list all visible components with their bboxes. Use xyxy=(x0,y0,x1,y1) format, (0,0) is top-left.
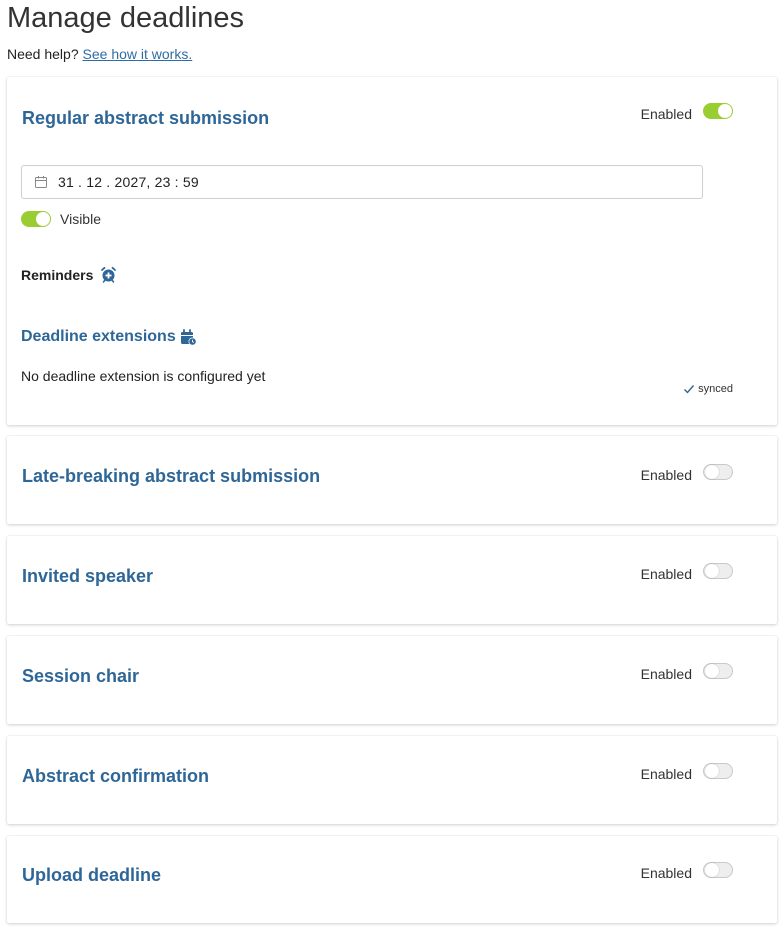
enabled-label: Enabled xyxy=(640,666,692,682)
enabled-toggle[interactable] xyxy=(703,663,733,679)
deadline-date-input[interactable]: 31 . 12 . 2027, 23 : 59 xyxy=(21,165,703,199)
enabled-control: Enabled xyxy=(640,464,733,484)
no-extension-message: No deadline extension is configured yet xyxy=(21,368,266,384)
toggle-knob xyxy=(705,564,719,578)
enabled-control: Enabled xyxy=(640,663,733,683)
deadline-card-regular-abstract: Regular abstract submission Enabled 31 .… xyxy=(7,77,777,425)
deadline-title[interactable]: Invited speaker xyxy=(22,565,153,587)
enabled-control: Enabled xyxy=(640,763,733,783)
visible-control: Visible xyxy=(21,211,101,227)
check-icon xyxy=(683,383,695,395)
deadline-card-upload-deadline: Upload deadline Enabled xyxy=(7,836,777,923)
toggle-knob xyxy=(705,664,719,678)
deadline-card-session-chair: Session chair Enabled xyxy=(7,636,777,724)
deadline-card-late-breaking: Late-breaking abstract submission Enable… xyxy=(7,436,777,524)
deadline-title[interactable]: Session chair xyxy=(22,665,139,687)
alarm-add-icon[interactable] xyxy=(100,266,117,283)
sync-status-text: synced xyxy=(698,383,733,395)
enabled-control: Enabled xyxy=(640,862,733,882)
help-link[interactable]: See how it works. xyxy=(83,46,193,62)
visible-toggle[interactable] xyxy=(21,211,51,227)
deadline-title[interactable]: Regular abstract submission xyxy=(22,107,269,129)
help-prefix: Need help? xyxy=(7,46,79,62)
calendar-icon xyxy=(34,175,48,189)
deadline-extensions-row: Deadline extensions xyxy=(21,328,197,346)
sync-status: synced xyxy=(683,383,733,395)
deadline-title[interactable]: Upload deadline xyxy=(22,864,161,886)
enabled-label: Enabled xyxy=(640,566,692,582)
toggle-knob xyxy=(705,863,719,877)
enabled-label: Enabled xyxy=(640,865,692,881)
toggle-knob xyxy=(705,764,719,778)
help-line: Need help? See how it works. xyxy=(7,45,192,63)
enabled-toggle[interactable] xyxy=(703,563,733,579)
page-title: Manage deadlines xyxy=(7,2,245,34)
visible-label: Visible xyxy=(60,211,101,227)
enabled-toggle[interactable] xyxy=(703,103,733,119)
enabled-label: Enabled xyxy=(640,106,692,122)
enabled-label: Enabled xyxy=(640,766,692,782)
toggle-knob xyxy=(36,212,50,226)
reminders-label: Reminders xyxy=(21,266,94,283)
deadline-card-invited-speaker: Invited speaker Enabled xyxy=(7,536,777,624)
page: Manage deadlines Need help? See how it w… xyxy=(0,0,784,932)
deadline-card-abstract-confirmation: Abstract confirmation Enabled xyxy=(7,736,777,824)
deadline-title[interactable]: Abstract confirmation xyxy=(22,765,209,787)
reminders-row: Reminders xyxy=(21,266,117,283)
toggle-knob xyxy=(718,104,732,118)
enabled-toggle[interactable] xyxy=(703,763,733,779)
enabled-toggle[interactable] xyxy=(703,862,733,878)
calendar-clock-icon[interactable] xyxy=(180,328,197,346)
date-value: 31 . 12 . 2027, 23 : 59 xyxy=(58,174,199,190)
deadline-extensions-title: Deadline extensions xyxy=(21,328,176,345)
enabled-label: Enabled xyxy=(640,467,692,483)
enabled-control: Enabled xyxy=(640,103,733,123)
toggle-knob xyxy=(705,465,719,479)
enabled-control: Enabled xyxy=(640,563,733,583)
enabled-toggle[interactable] xyxy=(703,464,733,480)
deadline-title[interactable]: Late-breaking abstract submission xyxy=(22,465,320,487)
